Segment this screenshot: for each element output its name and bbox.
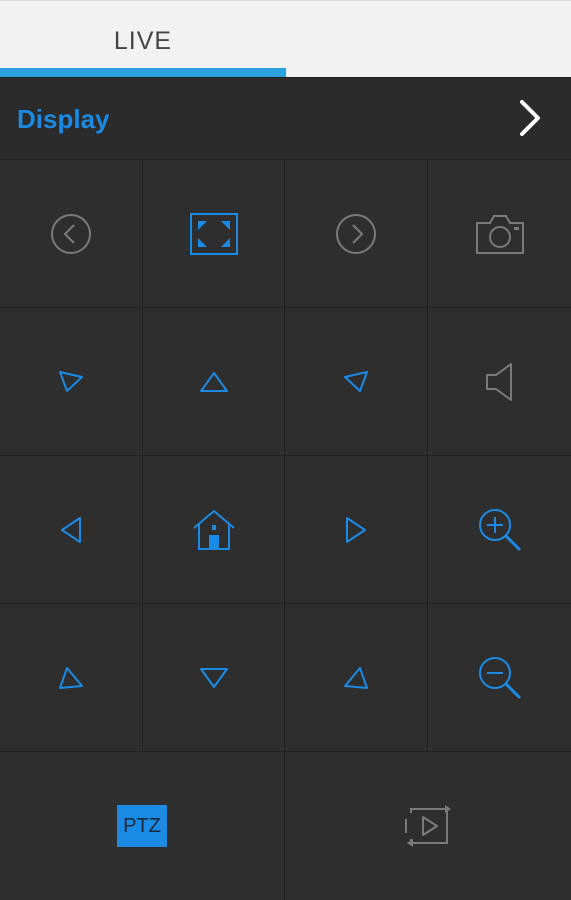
pan-up-right-button[interactable] <box>285 308 428 456</box>
fullscreen-icon <box>189 212 239 256</box>
pan-down-left-icon <box>56 663 86 693</box>
previous-channel-icon <box>49 212 93 256</box>
zoom-in-button[interactable] <box>428 456 571 604</box>
control-grid <box>0 160 571 752</box>
home-preset-icon <box>191 508 237 552</box>
zoom-in-icon <box>477 507 523 553</box>
pan-down-left-button[interactable] <box>0 604 143 752</box>
next-channel-button[interactable] <box>285 160 428 308</box>
pan-up-right-icon <box>341 367 371 397</box>
fullscreen-button[interactable] <box>143 160 285 308</box>
pan-down-right-button[interactable] <box>285 604 428 752</box>
pan-left-icon <box>58 514 84 546</box>
pan-down-right-icon <box>341 663 371 693</box>
pan-up-button[interactable] <box>143 308 285 456</box>
audio-button[interactable] <box>428 308 571 456</box>
pan-down-icon <box>198 665 230 691</box>
zoom-out-icon <box>477 655 523 701</box>
tab-bar: LIVE <box>0 0 571 79</box>
playback-switch-button[interactable] <box>285 752 571 900</box>
pan-up-left-icon <box>56 367 86 397</box>
chevron-right-icon[interactable] <box>510 96 550 140</box>
playback-switch-icon <box>403 803 453 849</box>
pan-right-icon <box>343 514 369 546</box>
zoom-out-button[interactable] <box>428 604 571 752</box>
pan-down-button[interactable] <box>143 604 285 752</box>
ptz-button[interactable]: PTZ <box>0 752 285 900</box>
home-preset-button[interactable] <box>143 456 285 604</box>
tab-live-label: LIVE <box>113 27 173 55</box>
active-tab-indicator <box>0 68 286 77</box>
snapshot-button[interactable] <box>428 160 571 308</box>
snapshot-camera-icon <box>474 212 526 256</box>
display-header[interactable]: Display <box>0 78 571 160</box>
audio-speaker-icon <box>483 360 517 404</box>
previous-channel-button[interactable] <box>0 160 143 308</box>
next-channel-icon <box>334 212 378 256</box>
pan-up-left-button[interactable] <box>0 308 143 456</box>
ptz-badge: PTZ <box>117 805 167 847</box>
pan-left-button[interactable] <box>0 456 143 604</box>
pan-right-button[interactable] <box>285 456 428 604</box>
page-title: Display <box>17 104 110 134</box>
pan-up-icon <box>198 369 230 395</box>
bottom-toolbar: PTZ <box>0 752 571 900</box>
